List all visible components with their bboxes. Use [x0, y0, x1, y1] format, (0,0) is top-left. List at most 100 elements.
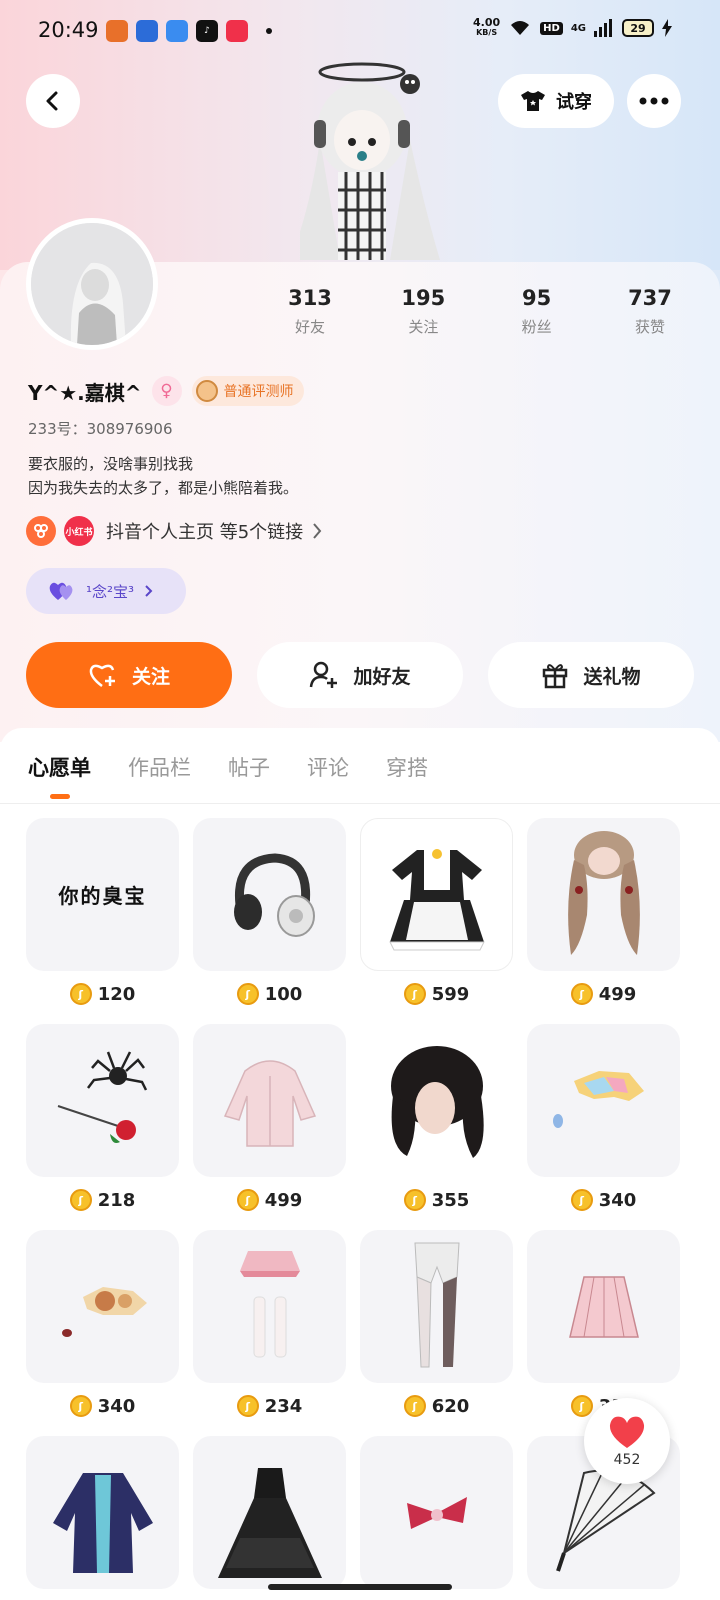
xiaohongshu-icon: 小红书	[64, 516, 94, 546]
name-row: Y^★.嘉棋^ ♀ 普通评测师	[28, 376, 304, 406]
reviewer-badge-label: 普通评测师	[223, 384, 294, 400]
stat-likes[interactable]: 737 获赞	[600, 286, 700, 337]
coin-icon: ʃ	[403, 983, 426, 1005]
item-price: ʃ 234	[193, 1395, 346, 1417]
chevron-left-icon	[46, 91, 58, 111]
tab-wishlist[interactable]: 心愿单	[28, 752, 91, 782]
coin-icon: ʃ	[236, 983, 259, 1005]
avatar[interactable]	[26, 218, 158, 350]
tab-outfits[interactable]: 穿搭	[386, 752, 428, 782]
notification-icons: ♪	[106, 20, 272, 42]
try-on-label: 试穿	[556, 92, 592, 113]
stat-followers[interactable]: 95 粉丝	[487, 286, 587, 337]
bio-line-1: 要衣服的，没啥事别找我	[28, 455, 194, 473]
item-price: ʃ 340	[527, 1189, 680, 1211]
wishlist-item[interactable]	[26, 1436, 179, 1600]
home-indicator[interactable]	[268, 1584, 452, 1590]
bio-line-2: 因为我失去的太多了，都是小熊陪着我。	[28, 479, 299, 497]
pumpkin-app-icon	[106, 20, 128, 42]
favorite-button[interactable]: 452	[584, 1398, 670, 1484]
battery-indicator: 29	[622, 19, 654, 37]
add-friend-label: 加好友	[353, 665, 411, 688]
more-button[interactable]	[627, 74, 681, 128]
coin-icon: ʃ	[69, 983, 92, 1005]
coin-icon: ʃ	[403, 1395, 426, 1417]
wishlist-item[interactable]: ʃ 599	[360, 818, 513, 1024]
add-friend-button[interactable]: 加好友	[257, 642, 463, 708]
content-tabs: 心愿单 作品栏 帖子 评论 穿搭	[0, 728, 720, 804]
red-bow-thumbnail	[360, 1436, 513, 1589]
coin-icon: ʃ	[403, 1189, 426, 1211]
baidu-app-icon	[136, 20, 158, 42]
link-app-icon	[26, 516, 56, 546]
leggings-thumbnail	[360, 1230, 513, 1383]
external-links[interactable]: 小红书 抖音个人主页 等5个链接	[26, 516, 323, 546]
wishlist-item[interactable]: ʃ 340	[26, 1230, 179, 1436]
follow-label: 关注	[131, 665, 170, 688]
action-buttons: 关注 加好友 送礼物	[26, 642, 694, 708]
links-label: 抖音个人主页 等5个链接	[106, 522, 304, 543]
colorful-top-thumbnail	[527, 1024, 680, 1177]
try-on-button[interactable]: 试穿	[498, 74, 614, 128]
wishlist-grid: 你的臭宝 ʃ 120 ʃ 100 ʃ 599 ʃ 499 ʃ 218 ʃ 499…	[26, 818, 694, 1600]
wishlist-item[interactable]: ʃ 218	[26, 1024, 179, 1230]
coin-icon: ʃ	[570, 1395, 593, 1417]
network-type: 4G	[570, 22, 586, 34]
tshirt-icon	[521, 91, 545, 111]
pink-skirt-thumbnail	[527, 1230, 680, 1383]
tab-comments[interactable]: 评论	[307, 752, 349, 782]
back-button[interactable]	[26, 74, 80, 128]
wishlist-item[interactable]: ʃ 100	[193, 818, 346, 1024]
item-price: ʃ 620	[360, 1395, 513, 1417]
heart-plus-icon	[89, 664, 115, 687]
user-id: 233号：308976906	[28, 420, 173, 438]
xiaohongshu-app-icon	[226, 20, 248, 42]
stat-following[interactable]: 195 关注	[373, 286, 473, 337]
tiktok-app-icon: ♪	[196, 20, 218, 42]
wishlist-item[interactable]: ʃ 234	[193, 1230, 346, 1436]
chevron-right-icon	[145, 585, 153, 597]
wishlist-item[interactable]: ʃ 355	[360, 1024, 513, 1230]
item-price: ʃ 218	[26, 1189, 179, 1211]
double-heart-icon	[49, 582, 73, 600]
wishlist-item[interactable]: ʃ 499	[193, 1024, 346, 1230]
avatar-figure-illustration	[300, 62, 440, 260]
item-price: ʃ 499	[527, 983, 680, 1005]
wifi-icon	[511, 21, 530, 35]
net-speed: 4.00 KB/S	[473, 16, 501, 37]
coin-icon: ʃ	[570, 1189, 593, 1211]
bio: 要衣服的，没啥事别找我 因为我失去的太多了，都是小熊陪着我。	[28, 452, 298, 500]
hd-icon: HD	[540, 21, 563, 35]
curly-hair-thumbnail	[527, 818, 680, 971]
wishlist-item[interactable]	[360, 1436, 513, 1600]
stat-friends[interactable]: 313 好友	[260, 286, 360, 337]
status-bar: 20:49 ♪ 4.00 KB/S HD 4G 29	[0, 0, 720, 64]
black-gown-thumbnail	[193, 1436, 346, 1589]
wishlist-item[interactable]: ʃ 340	[527, 1024, 680, 1230]
send-gift-label: 送礼物	[583, 665, 641, 688]
follow-button[interactable]: 关注	[26, 642, 232, 708]
relationship-pill[interactable]: ¹念²宝³	[26, 568, 186, 614]
reviewer-badge-icon	[195, 380, 218, 402]
item-thumbnail: 你的臭宝	[26, 818, 179, 971]
reviewer-badge[interactable]: 普通评测师	[191, 376, 304, 406]
tab-posts[interactable]: 帖子	[228, 752, 270, 782]
wishlist-item[interactable]: ʃ 499	[527, 818, 680, 1024]
wishlist-item[interactable]: 你的臭宝 ʃ 120	[26, 818, 179, 1024]
tab-works[interactable]: 作品栏	[128, 752, 191, 782]
coin-icon: ʃ	[69, 1189, 92, 1211]
wishlist-item[interactable]	[193, 1436, 346, 1600]
item-price: ʃ 355	[360, 1189, 513, 1211]
user-name: Y^★.嘉棋^	[28, 380, 142, 405]
wishlist-item[interactable]: ʃ 620	[360, 1230, 513, 1436]
avatar-image	[31, 223, 153, 345]
more-dots-icon	[639, 97, 669, 105]
relationship-label: ¹念²宝³	[86, 582, 135, 601]
item-price: ʃ 499	[193, 1189, 346, 1211]
item-price: ʃ 340	[26, 1395, 179, 1417]
charging-icon	[662, 19, 672, 37]
blue-robe-thumbnail	[26, 1436, 179, 1589]
send-gift-button[interactable]: 送礼物	[488, 642, 694, 708]
item-price: ʃ 120	[26, 983, 179, 1005]
headphones-thumbnail	[193, 818, 346, 971]
